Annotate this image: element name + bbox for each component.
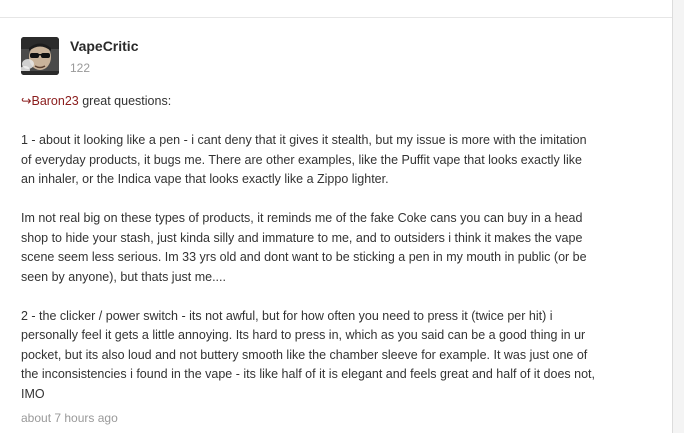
reply-line: ↪Baron23 great questions:	[21, 92, 661, 112]
text-line: Im not real big on these types of produc…	[21, 211, 583, 225]
reputation-count: 122	[70, 61, 91, 75]
text-line: 2 - the clicker / power switch - its not…	[21, 308, 553, 323]
text-line: personally feel it gets a little annoyin…	[21, 328, 586, 342]
mention-link[interactable]: Baron23	[31, 94, 78, 108]
post-container: VapeCritic 122 ↪Baron23 great questions:…	[0, 0, 684, 433]
text-line: pocket, but its also loud and not butter…	[21, 347, 588, 362]
user-avatar-icon	[21, 37, 59, 75]
text-line: an inhaler, or the Indica vape that look…	[21, 172, 389, 186]
post-timestamp[interactable]: about 7 hours ago	[21, 411, 118, 425]
post-body: ↪Baron23 great questions: 1 - about it l…	[21, 92, 661, 424]
text-line: 1 - about it looking like a pen - i cant…	[21, 133, 587, 147]
scrollbar[interactable]	[673, 0, 684, 433]
avatar[interactable]	[21, 37, 59, 75]
paragraph: Im not real big on these types of produc…	[21, 209, 661, 287]
text-line: the inconsistencies i found in the vape …	[21, 367, 595, 381]
paragraph: 2 - the clicker / power switch - its not…	[21, 307, 661, 405]
text-line: shop to hide your stash, just kinda sill…	[21, 230, 583, 245]
text-line: scene seem less serious. Im 33 yrs old a…	[21, 250, 587, 264]
text-line: of everyday products, it bugs me. There …	[21, 152, 582, 167]
greeting-text: great questions:	[78, 94, 172, 108]
text-line: seen by anyone), but thats just me....	[21, 269, 226, 284]
text-line: IMO	[21, 386, 45, 401]
author-name[interactable]: VapeCritic	[70, 38, 138, 54]
paragraph: 1 - about it looking like a pen - i cant…	[21, 131, 661, 190]
divider	[0, 17, 672, 18]
reply-arrow-icon: ↪	[21, 94, 32, 108]
